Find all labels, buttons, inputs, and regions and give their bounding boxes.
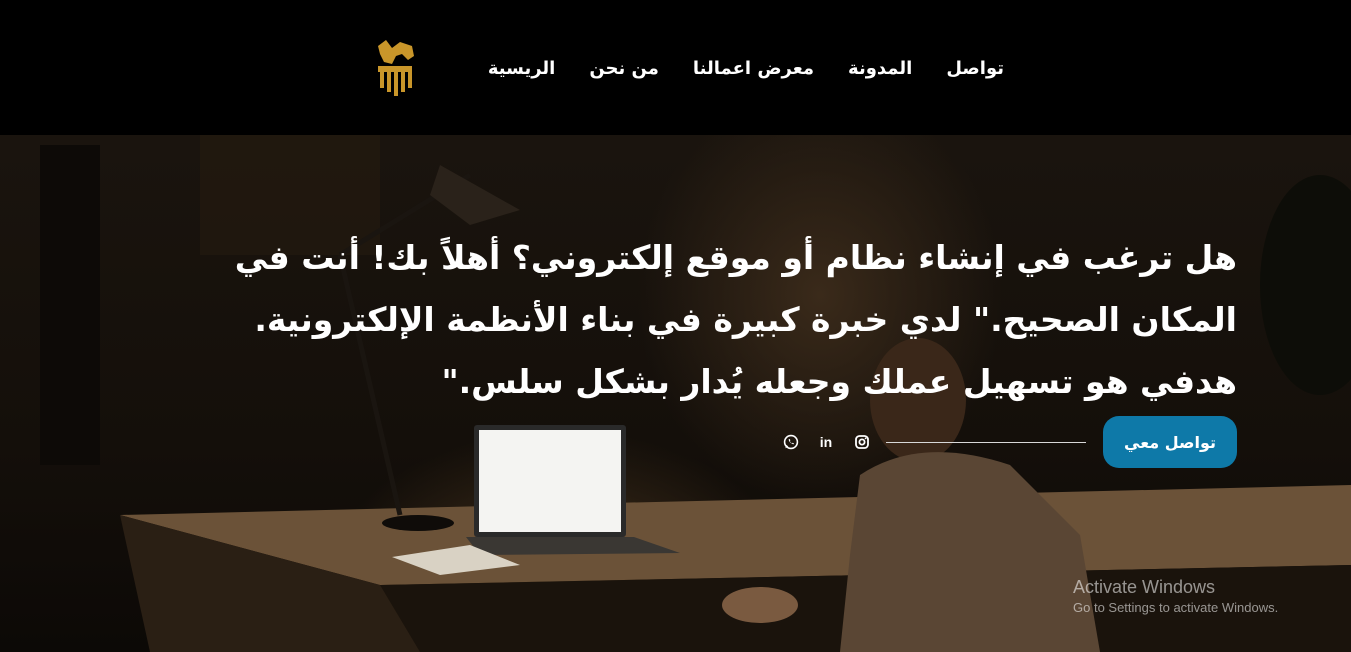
nav-item-about[interactable]: من نحن bbox=[589, 56, 659, 82]
instagram-icon[interactable] bbox=[853, 433, 871, 451]
nav-item-portfolio[interactable]: معرض اعمالنا bbox=[693, 56, 814, 82]
main-nav: الريسية من نحن معرض اعمالنا المدونة تواص… bbox=[454, 56, 1004, 82]
watermark-subtitle: Go to Settings to activate Windows. bbox=[1073, 600, 1279, 615]
hero-headline: هل ترغب في إنشاء نظام أو موقع إلكتروني؟ … bbox=[234, 238, 1237, 401]
hero-section: هل ترغب في إنشاء نظام أو موقع إلكتروني؟ … bbox=[0, 135, 1351, 652]
nav-item-blog[interactable]: المدونة bbox=[848, 56, 912, 82]
watermark-title: Activate Windows bbox=[1073, 577, 1216, 597]
social-divider bbox=[886, 442, 1086, 443]
site-header: الريسية من نحن معرض اعمالنا المدونة تواص… bbox=[0, 0, 1351, 135]
contact-me-button[interactable]: تواصل معي bbox=[1103, 416, 1237, 468]
linkedin-icon[interactable]: in bbox=[817, 433, 835, 451]
nav-item-contact[interactable]: تواصل bbox=[946, 56, 1004, 82]
lion-logo-icon[interactable] bbox=[372, 38, 418, 98]
whatsapp-icon[interactable] bbox=[782, 433, 800, 451]
nav-item-home[interactable]: الريسية bbox=[488, 56, 555, 82]
windows-activation-watermark: Activate Windows Go to Settings to activ… bbox=[1073, 575, 1278, 617]
